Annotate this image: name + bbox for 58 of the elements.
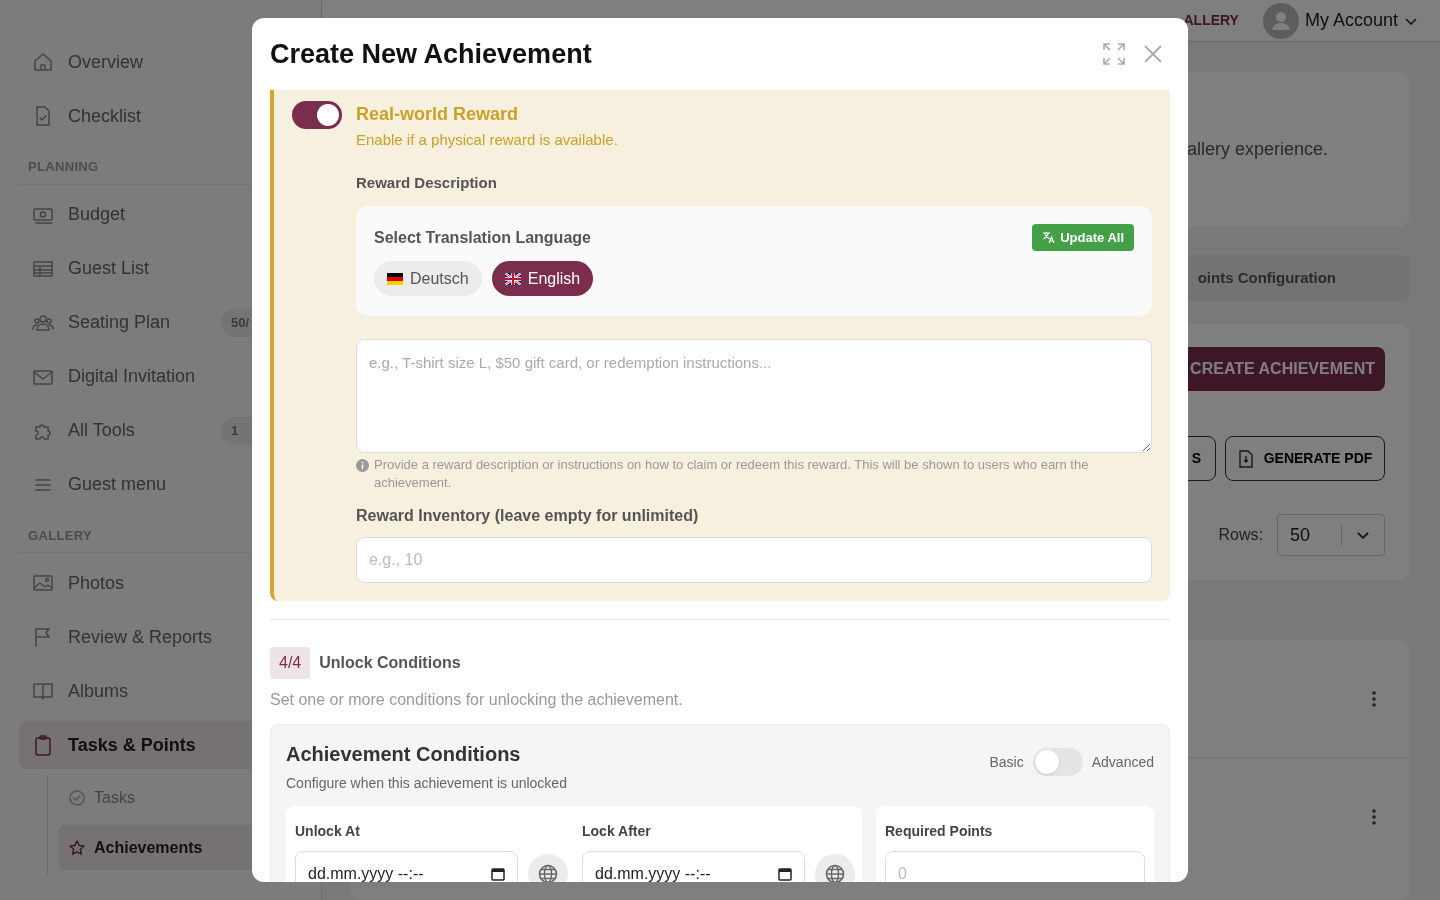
rows-label: Rows: (1218, 525, 1263, 545)
update-all-button[interactable]: Update All (1032, 224, 1134, 251)
timezone-button[interactable] (815, 854, 855, 882)
dialog-title: Create New Achievement (270, 37, 593, 71)
inventory-field[interactable]: e.g., 10 (356, 537, 1152, 583)
reward-title: Real-world Reward (356, 103, 520, 126)
flag-icon (387, 272, 403, 285)
account-menu[interactable]: My Account (1262, 2, 1418, 39)
rows-select[interactable]: 50 (1277, 514, 1385, 556)
info-icon (356, 459, 369, 472)
more-icon[interactable] (1372, 690, 1376, 707)
sidebar-item[interactable]: Guest menu (19, 460, 301, 509)
timezone-button[interactable] (528, 854, 568, 882)
expand-icon[interactable] (1103, 43, 1125, 65)
globe-icon (825, 864, 845, 882)
field-label: Reward Inventory (leave empty for unlimited) (356, 506, 700, 526)
book-icon (32, 680, 54, 702)
check-circle-icon (68, 788, 86, 807)
language-chip[interactable]: English (491, 261, 594, 296)
more-icon[interactable] (1372, 809, 1376, 825)
field-label: Required Points (885, 822, 994, 841)
help-text: Provide a reward description or instructions on how to claim or redeem this reward. This will be shown to users who earn the achievement. (374, 456, 1090, 492)
sidebar-item[interactable]: Guest List (19, 244, 301, 293)
mode-label: Advanced (1091, 752, 1154, 772)
date-field[interactable]: dd.mm.yyyy --:-- (582, 851, 805, 882)
translation-label: Select Translation Language (374, 227, 591, 248)
toggle-switch[interactable] (292, 101, 342, 129)
close-icon[interactable] (1144, 45, 1162, 63)
mode-toggle[interactable] (1032, 748, 1083, 776)
calendar-icon (778, 867, 792, 881)
field-label: Reward Description (356, 172, 498, 193)
sidebar-item[interactable]: Budget (19, 190, 301, 239)
flag-icon (504, 272, 521, 285)
sidebar-item[interactable]: Digital Invitation (19, 352, 301, 401)
sidebar-item[interactable]: Photos (19, 559, 301, 607)
file-download-icon (1237, 449, 1254, 468)
field-label: Lock After (582, 822, 652, 841)
date-field[interactable]: dd.mm.yyyy --:-- (295, 851, 518, 882)
star-icon (68, 838, 86, 857)
points-field[interactable]: 0 (885, 851, 1145, 882)
globe-icon (538, 864, 558, 882)
step-title: Unlock Conditions (319, 653, 461, 673)
intro-text: allery experience. (1186, 138, 1328, 161)
conditions-subtitle: Configure when this achievement is unlocked (286, 774, 568, 793)
tab[interactable]: oints Configuration (1197, 266, 1336, 290)
clipboard-icon (32, 734, 54, 756)
mode-label: Basic (989, 752, 1024, 772)
sidebar-item[interactable]: Checklist (19, 92, 301, 140)
image-icon (32, 572, 54, 594)
generate-pdf-button[interactable]: GENERATE PDF (1225, 436, 1385, 481)
home-icon (32, 51, 54, 73)
translate-icon (1042, 231, 1056, 244)
reward-subtitle: Enable if a physical reward is available. (356, 130, 619, 150)
description-field[interactable]: e.g., T-shirt size L, $50 gift card, or redemption instructions... (356, 339, 1152, 453)
calendar-icon (491, 867, 505, 881)
language-chip[interactable]: Deutsch (374, 261, 482, 296)
step-badge: 4/4 (270, 647, 311, 679)
step-description: Set one or more conditions for unlocking the achievement. (270, 690, 684, 710)
